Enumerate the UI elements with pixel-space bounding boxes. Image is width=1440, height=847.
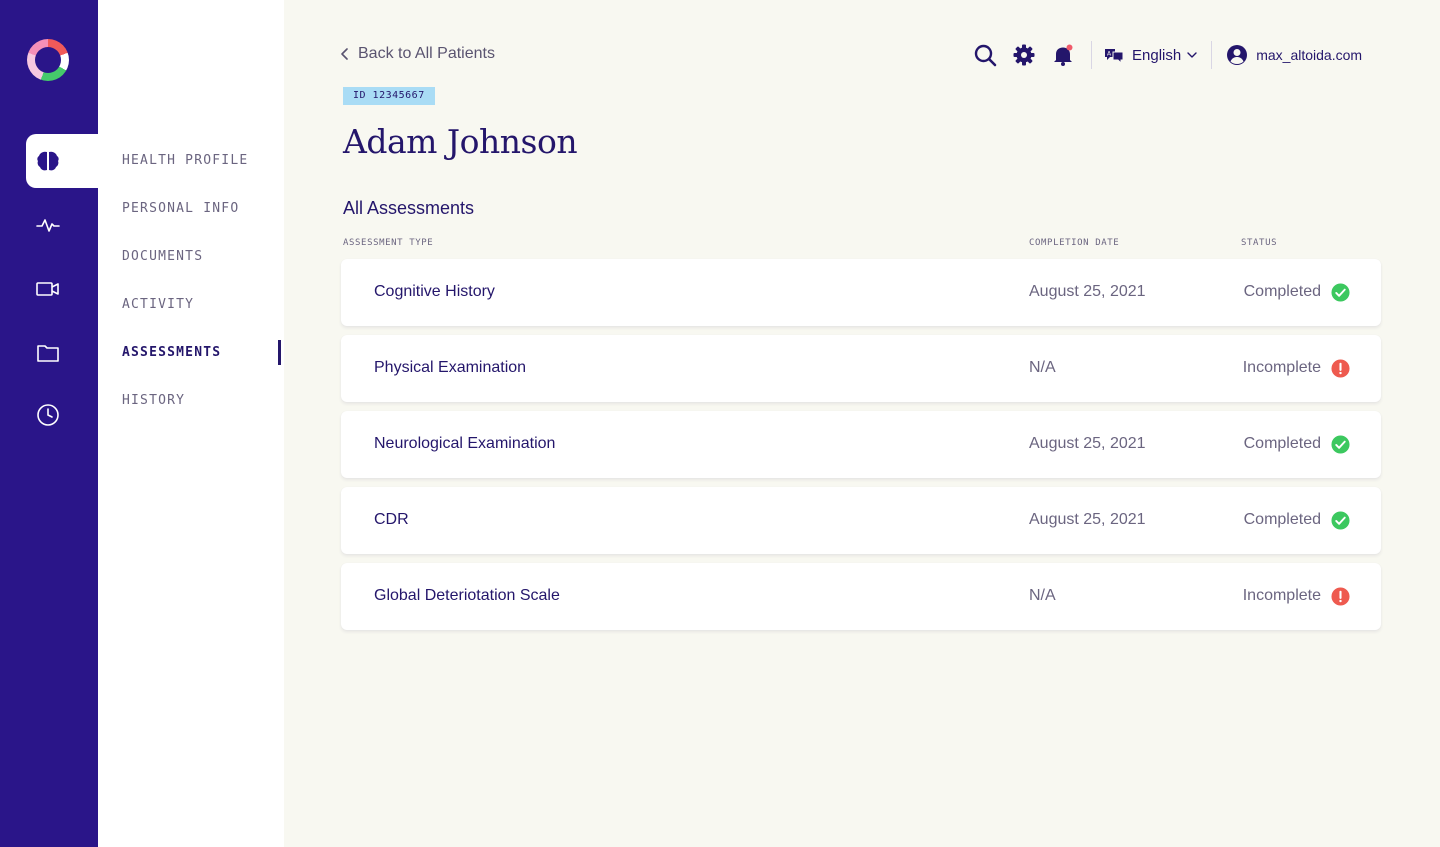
assessment-type: CDR	[374, 511, 409, 528]
sub-navigation: HEALTH PROFILE PERSONAL INFO DOCUMENTS A…	[98, 0, 284, 847]
brain-icon	[37, 151, 59, 171]
header-toolbar: A English max_altoida.com	[970, 40, 1362, 70]
app-logo[interactable]	[27, 39, 69, 81]
user-email: max_altoida.com	[1256, 47, 1363, 63]
assessment-type: Cognitive History	[374, 283, 495, 300]
toolbar-divider	[1211, 41, 1213, 69]
subnav-item-activity[interactable]: ACTIVITY	[122, 297, 194, 312]
alert-circle-icon	[1331, 587, 1350, 606]
column-header-status: STATUS	[1241, 238, 1278, 248]
bell-icon	[1054, 44, 1073, 66]
table-row[interactable]: Global Deteriotation Scale N/A Incomplet…	[341, 563, 1381, 630]
rail-item-history[interactable]	[26, 388, 98, 442]
translate-icon: A	[1105, 49, 1124, 65]
gear-icon	[1013, 44, 1035, 66]
subnav-item-health-profile[interactable]: HEALTH PROFILE	[122, 153, 248, 168]
column-header-date: COMPLETION DATE	[1029, 238, 1120, 248]
language-selector[interactable]: A English	[1102, 43, 1197, 67]
notifications-button[interactable]	[1048, 40, 1078, 70]
search-icon	[974, 44, 997, 67]
subnav-item-documents[interactable]: DOCUMENTS	[122, 249, 203, 264]
alert-circle-icon	[1331, 359, 1350, 378]
rail-item-documents[interactable]	[26, 326, 98, 380]
table-row[interactable]: CDR August 25, 2021 Completed	[341, 487, 1381, 554]
back-link[interactable]: Back to All Patients	[340, 45, 495, 63]
assessment-type: Global Deteriotation Scale	[374, 587, 560, 604]
chevron-down-icon	[1187, 52, 1197, 58]
table-row[interactable]: Physical Examination N/A Incomplete	[341, 335, 1381, 402]
assessment-type: Physical Examination	[374, 359, 527, 376]
back-link-label: Back to All Patients	[358, 45, 495, 62]
status-text: Incomplete	[1242, 587, 1321, 604]
check-circle-icon	[1331, 283, 1350, 302]
user-icon	[1227, 45, 1248, 65]
completion-date: August 25, 2021	[1029, 511, 1146, 528]
video-camera-icon	[36, 282, 59, 296]
table-row[interactable]: Cognitive History August 25, 2021 Comple…	[341, 259, 1381, 326]
table-row[interactable]: Neurological Examination August 25, 2021…	[341, 411, 1381, 478]
assessment-type: Neurological Examination	[374, 435, 556, 452]
subnav-item-history[interactable]: HISTORY	[122, 393, 185, 408]
check-circle-icon	[1331, 511, 1350, 530]
activity-pulse-icon	[36, 219, 60, 232]
search-button[interactable]	[970, 40, 1000, 70]
active-indicator	[278, 340, 281, 365]
status-text: Completed	[1243, 511, 1321, 528]
patient-id-badge: ID 12345667	[343, 87, 435, 105]
rail-item-video[interactable]	[26, 262, 98, 316]
language-label: English	[1132, 46, 1182, 64]
completion-date: August 25, 2021	[1029, 283, 1146, 300]
status-text: Completed	[1243, 435, 1321, 452]
chevron-left-icon	[341, 48, 348, 60]
toolbar-divider	[1091, 41, 1092, 69]
rail-item-activity[interactable]	[26, 198, 98, 252]
clock-icon	[37, 404, 59, 426]
icon-rail	[0, 0, 98, 847]
page-title: Adam Johnson	[343, 122, 578, 161]
completion-date: N/A	[1029, 359, 1056, 376]
subnav-item-personal-info[interactable]: PERSONAL INFO	[122, 201, 239, 216]
user-menu[interactable]: max_altoida.com	[1226, 44, 1362, 66]
section-title: All Assessments	[343, 198, 475, 218]
subnav-item-assessments[interactable]: ASSESSMENTS	[122, 345, 221, 360]
status-text: Incomplete	[1242, 359, 1321, 376]
check-circle-icon	[1331, 435, 1350, 454]
folder-icon	[37, 345, 59, 362]
settings-button[interactable]	[1009, 40, 1039, 70]
column-header-type: ASSESSMENT TYPE	[343, 238, 434, 248]
rail-item-health-profile[interactable]	[26, 134, 98, 188]
completion-date: August 25, 2021	[1029, 435, 1146, 452]
status-text: Completed	[1243, 283, 1321, 300]
completion-date: N/A	[1029, 587, 1056, 604]
